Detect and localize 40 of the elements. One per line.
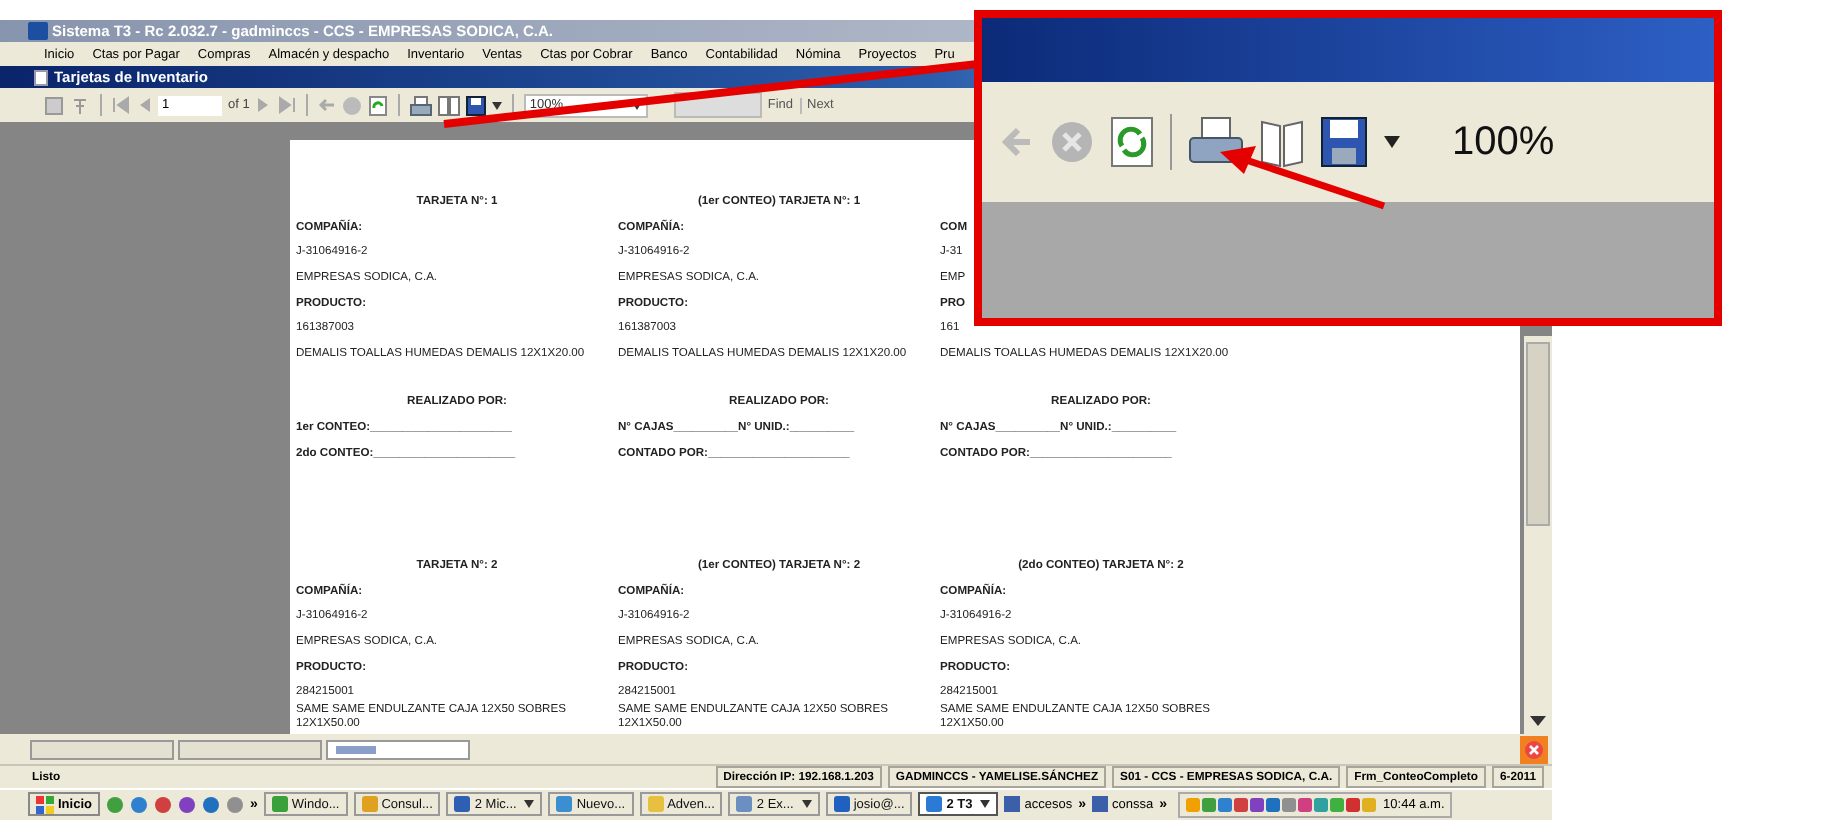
app-icon bbox=[556, 796, 573, 812]
next-page-icon[interactable] bbox=[255, 96, 272, 114]
back-icon bbox=[1002, 122, 1034, 162]
zoom-level: 100% bbox=[1452, 119, 1555, 165]
page-layout-icon[interactable] bbox=[437, 95, 460, 115]
app-icon bbox=[454, 796, 471, 812]
windows-logo-icon bbox=[36, 795, 54, 813]
page-setup-icon[interactable] bbox=[44, 95, 64, 115]
refresh-icon[interactable] bbox=[367, 95, 388, 115]
toolbar-icon bbox=[1004, 796, 1021, 812]
toolbar-icon bbox=[1092, 796, 1109, 812]
refresh-icon bbox=[1110, 116, 1154, 168]
last-page-icon[interactable] bbox=[277, 96, 296, 114]
page-layout-icon bbox=[1260, 116, 1304, 168]
dropdown-caret-icon[interactable] bbox=[631, 101, 642, 109]
save-icon bbox=[1320, 116, 1368, 168]
caret-icon[interactable] bbox=[491, 101, 502, 109]
report-tab[interactable] bbox=[326, 739, 470, 759]
app-icon bbox=[926, 796, 943, 812]
parameters-icon[interactable] bbox=[70, 95, 90, 115]
caret-icon bbox=[1384, 136, 1400, 148]
close-icon[interactable] bbox=[1520, 735, 1548, 763]
document-icon bbox=[34, 69, 48, 85]
vertical-scrollbar[interactable] bbox=[1524, 336, 1552, 734]
report-tab[interactable] bbox=[178, 739, 322, 759]
app-icon bbox=[361, 796, 378, 812]
stop-icon[interactable] bbox=[341, 95, 362, 115]
app-icon bbox=[736, 796, 753, 812]
back-icon[interactable] bbox=[317, 96, 336, 114]
print-icon[interactable] bbox=[409, 95, 432, 115]
report-tab[interactable] bbox=[30, 739, 174, 759]
stop-icon bbox=[1050, 120, 1094, 164]
previous-page-icon[interactable] bbox=[136, 96, 152, 114]
app-icon bbox=[28, 22, 48, 40]
first-page-icon[interactable] bbox=[112, 96, 130, 114]
app-icon bbox=[647, 796, 664, 812]
app-icon bbox=[271, 796, 288, 812]
scroll-down-icon[interactable] bbox=[1530, 716, 1546, 728]
app-icon bbox=[833, 796, 850, 812]
save-icon[interactable] bbox=[465, 95, 486, 115]
